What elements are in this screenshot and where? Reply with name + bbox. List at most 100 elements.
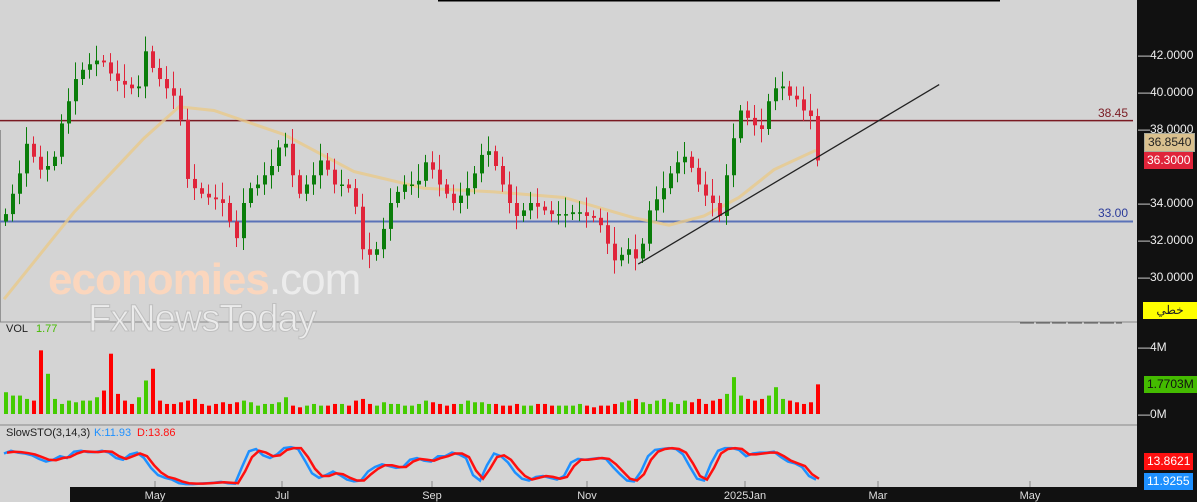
candle-body <box>95 60 99 65</box>
candle-body <box>599 217 603 226</box>
candle-body <box>438 169 442 185</box>
candle <box>193 164 197 201</box>
candle-body <box>144 51 148 87</box>
volume-bar <box>529 405 533 414</box>
candle-body <box>158 67 162 80</box>
volume-bar <box>389 403 393 414</box>
candle <box>774 77 778 111</box>
candle <box>809 93 813 130</box>
candle <box>389 188 393 241</box>
candle-body <box>711 195 715 203</box>
candle-body <box>305 184 309 194</box>
volume-bar <box>641 402 645 414</box>
candle <box>564 197 568 228</box>
volume-value: 1.77 <box>36 323 58 335</box>
candle-body <box>354 188 358 207</box>
candle <box>543 201 547 215</box>
volume-bar <box>74 402 78 414</box>
candle <box>235 210 239 248</box>
candle-body <box>256 184 260 189</box>
candle-body <box>508 184 512 203</box>
volume-bar <box>697 398 701 414</box>
candle-body <box>522 210 526 216</box>
volume-bar <box>508 405 512 414</box>
candle-body <box>116 73 120 81</box>
price-axis[interactable] <box>1137 0 1197 502</box>
candle-body <box>32 143 36 157</box>
volume-bar <box>627 400 631 414</box>
candle <box>39 145 43 179</box>
candle-body <box>515 203 519 216</box>
candle <box>536 188 540 219</box>
volume-bar <box>613 403 617 414</box>
candle <box>221 182 225 217</box>
candle-body <box>732 138 736 176</box>
candle-body <box>298 175 302 194</box>
candle <box>662 171 666 213</box>
volume-bar <box>410 405 414 414</box>
volume-bar <box>228 403 232 414</box>
volume-bar <box>774 387 778 414</box>
volume-bar <box>732 377 736 414</box>
price-tick-label: —42.0000 <box>1138 48 1194 62</box>
candle-body <box>60 123 64 157</box>
volume-bar <box>487 403 491 414</box>
candle-body <box>319 160 323 176</box>
candle-body <box>431 162 435 170</box>
volume-bar <box>550 405 554 414</box>
volume-bar <box>690 402 694 414</box>
candle <box>74 62 78 115</box>
candle-body <box>753 117 757 126</box>
candle-body <box>74 79 78 102</box>
volume-bar <box>592 407 596 414</box>
volume-bar <box>144 380 148 414</box>
volume-bar <box>725 393 729 414</box>
chart-mode-tag[interactable]: خطي <box>1143 302 1197 319</box>
candle <box>32 136 36 163</box>
volume-bar <box>557 405 561 414</box>
candle <box>361 193 365 260</box>
candle-body <box>690 156 694 168</box>
candle-body <box>207 193 211 198</box>
candle <box>368 232 372 269</box>
candle <box>746 101 750 126</box>
candle-body <box>739 110 743 139</box>
candle <box>18 160 22 205</box>
volume-bar <box>543 403 547 414</box>
volume-bar <box>67 400 71 414</box>
candle <box>396 186 400 208</box>
volume-bar <box>88 400 92 414</box>
stock-chart[interactable]: May Jul Sep Nov 2025Jan Mar May <box>0 0 1197 502</box>
volume-bar <box>172 403 176 414</box>
candle <box>753 104 757 136</box>
candle <box>53 151 57 171</box>
x-tick-label: 2025Jan <box>724 490 766 502</box>
price-tick-label: —34.0000 <box>1138 196 1194 210</box>
candle <box>431 151 435 179</box>
candle <box>214 184 218 210</box>
candle-body <box>277 147 281 166</box>
candle <box>263 162 267 195</box>
candle <box>795 86 799 107</box>
volume-bar <box>536 403 540 414</box>
candle <box>130 77 134 95</box>
volume-bar <box>480 402 484 414</box>
candle-body <box>375 249 379 255</box>
candle-body <box>557 214 561 216</box>
candle <box>242 188 246 250</box>
candle-body <box>270 166 274 176</box>
volume-bar <box>417 403 421 414</box>
candle <box>25 127 29 187</box>
volume-bar <box>186 400 190 414</box>
trendline[interactable] <box>637 84 940 265</box>
candle-body <box>536 203 540 207</box>
time-axis[interactable] <box>70 487 1137 502</box>
candle-body <box>760 125 764 129</box>
price-tick-label: —32.0000 <box>1138 233 1194 247</box>
volume-bar <box>333 403 337 414</box>
x-tick-label: May <box>1020 490 1041 502</box>
volume-bar <box>361 398 365 414</box>
candle <box>620 247 624 267</box>
volume-bar <box>137 397 141 414</box>
candle-body <box>571 212 575 215</box>
